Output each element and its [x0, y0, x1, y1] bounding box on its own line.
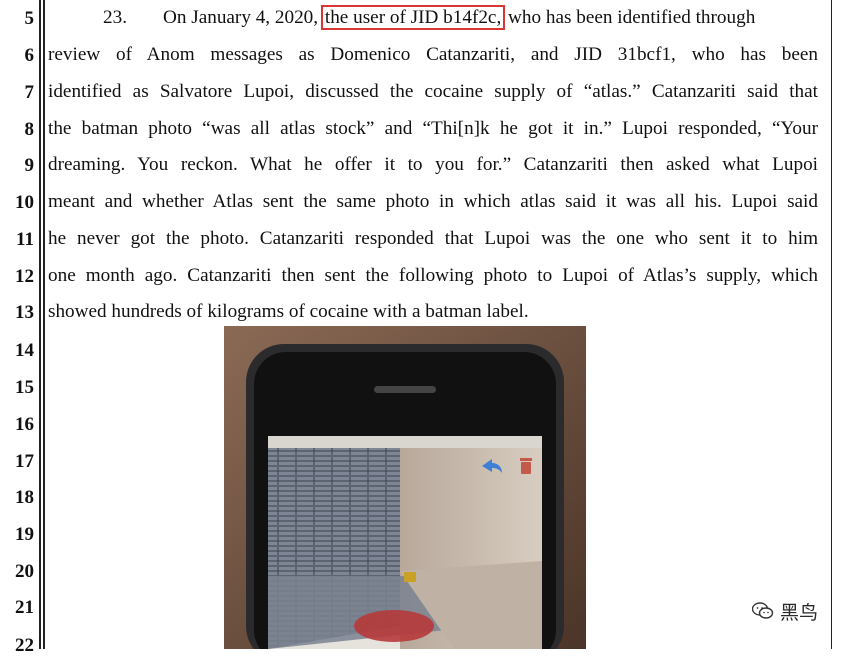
line-number: 7 [24, 82, 35, 103]
line-number: 15 [15, 377, 34, 398]
paragraph-line: meant and whether Atlas sent the same ph… [48, 191, 818, 212]
watermark: 黑鸟 [752, 596, 818, 626]
line-number: 16 [15, 414, 34, 435]
line-number-column: 5 6 7 8 9 10 11 12 13 14 15 16 17 18 19 … [0, 0, 38, 655]
paragraph-line: review of Anom messages as Domenico Cata… [48, 44, 818, 65]
paragraph-first-line: 23. On January 4, 2020, the user of JID b… [48, 5, 818, 30]
line-text: who has been identified through [508, 7, 756, 28]
line-number: 21 [15, 597, 34, 618]
line-number: 14 [15, 340, 34, 361]
line-number: 18 [15, 487, 34, 508]
trash-icon [520, 458, 532, 474]
paragraph-line: identified as Salvatore Lupoi, discussed… [48, 81, 818, 102]
paragraph-line-last: showed hundreds of kilograms of cocaine … [48, 301, 529, 322]
line-number: 20 [15, 561, 34, 582]
margin-rule-left-inner [43, 0, 45, 649]
phone-speaker-icon [374, 386, 436, 393]
paragraph-line: dreaming. You reckon. What he offer it t… [48, 154, 818, 175]
line-number: 10 [15, 192, 34, 213]
margin-rule-left-outer [39, 0, 41, 649]
line-number: 9 [24, 155, 35, 176]
line-number: 8 [24, 119, 35, 140]
watermark-text: 黑鸟 [780, 601, 819, 624]
paragraph-line: he never got the photo. Catanzariti resp… [48, 228, 818, 249]
line-number: 22 [15, 635, 34, 656]
wechat-icon [752, 602, 774, 619]
margin-rule-right [831, 0, 832, 649]
highlighted-jid-text: the user of JID b14f2c, [320, 5, 506, 30]
line-number: 19 [15, 524, 34, 545]
line-number: 17 [15, 451, 34, 472]
line-text: On January 4, 2020, [163, 7, 319, 28]
paragraph-line: the batman photo “was all atlas stock” a… [48, 118, 818, 139]
line-number: 11 [16, 229, 34, 250]
evidence-photo [224, 326, 586, 649]
paragraph-line: one month ago. Catanzariti then sent the… [48, 265, 818, 286]
line-number: 13 [15, 302, 34, 323]
line-number: 6 [24, 45, 35, 66]
phone-photo-illustration [224, 326, 586, 649]
paragraph-number: 23. [103, 7, 127, 28]
line-number: 5 [24, 8, 35, 29]
line-number: 12 [15, 266, 34, 287]
